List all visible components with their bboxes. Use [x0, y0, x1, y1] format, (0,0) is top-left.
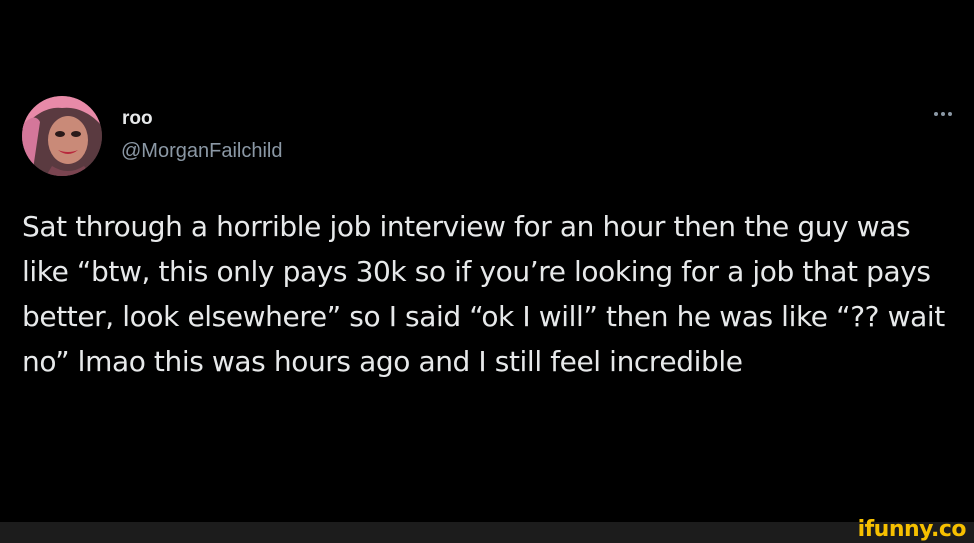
- tweet-text: Sat through a horrible job interview for…: [22, 210, 945, 378]
- more-horizontal-icon[interactable]: [928, 104, 958, 124]
- tweet-card: roo @MorganFailchild Sat through a horri…: [0, 0, 974, 522]
- more-dot: [948, 112, 952, 116]
- watermark-bar: [0, 522, 974, 543]
- ifunny-watermark: ifunny.co: [857, 517, 967, 542]
- display-name[interactable]: roo: [122, 108, 153, 130]
- avatar-image: [22, 96, 102, 176]
- more-dot: [941, 112, 945, 116]
- avatar[interactable]: [22, 96, 102, 176]
- user-handle[interactable]: @MorganFailchild: [121, 139, 282, 163]
- more-dot: [934, 112, 938, 116]
